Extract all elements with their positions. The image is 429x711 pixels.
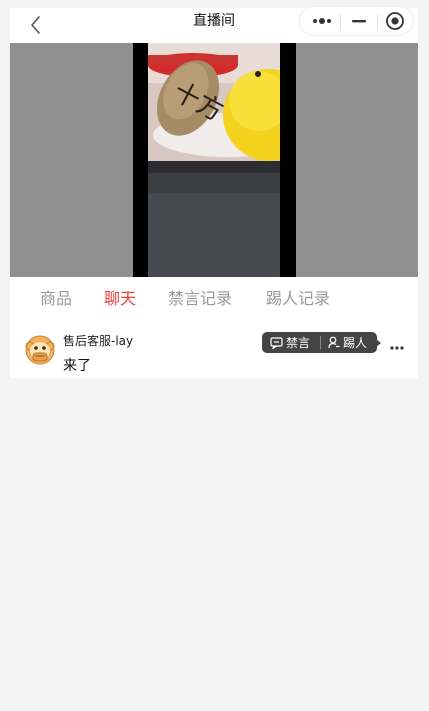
nav-bar: 直播间	[10, 6, 418, 43]
tab-bar: 商品 聊天 禁言记录 踢人记录	[10, 277, 418, 323]
minimize-button[interactable]	[341, 7, 377, 35]
chat-message: 售后客服-lay 来了 禁言 踢人	[10, 328, 418, 378]
chevron-left-icon	[31, 16, 40, 34]
kick-button[interactable]: 踢人	[328, 332, 367, 353]
close-button[interactable]	[378, 7, 412, 35]
more-dots-icon	[390, 346, 404, 350]
chat-username: 售后客服-lay	[63, 334, 134, 348]
back-button[interactable]	[26, 12, 46, 38]
tab-kick-records[interactable]: 踢人记录	[266, 289, 330, 309]
mute-label: 禁言	[286, 336, 311, 350]
live-video-area[interactable]: 十方	[10, 43, 418, 277]
kick-label: 踢人	[343, 336, 368, 350]
pill-divider	[320, 336, 321, 349]
target-circle-icon	[386, 12, 404, 30]
chat-message-text: 来了	[63, 358, 91, 374]
avatar[interactable]	[25, 334, 55, 366]
tab-products[interactable]: 商品	[40, 289, 72, 309]
video-frame-image: 十方	[133, 43, 296, 277]
live-video-player[interactable]: 十方	[133, 43, 296, 277]
mini-program-capsule	[299, 6, 414, 36]
mute-button[interactable]: 禁言	[262, 332, 320, 353]
minus-icon	[352, 20, 366, 23]
moderation-actions: 禁言 踢人	[262, 332, 381, 353]
tab-mute-records[interactable]: 禁言记录	[168, 289, 232, 309]
monkey-avatar-icon	[25, 335, 55, 365]
user-remove-icon	[328, 336, 340, 349]
app-screen: 直播间 十方 商品 聊天 禁言记录 踢人记录 售后客服-lay 来了 禁言 踢人	[10, 6, 418, 378]
more-dots-icon	[313, 18, 331, 24]
more-button[interactable]	[304, 7, 340, 35]
message-more-button[interactable]	[389, 338, 405, 350]
mute-chat-icon	[270, 336, 283, 349]
tab-chat[interactable]: 聊天	[104, 289, 136, 309]
